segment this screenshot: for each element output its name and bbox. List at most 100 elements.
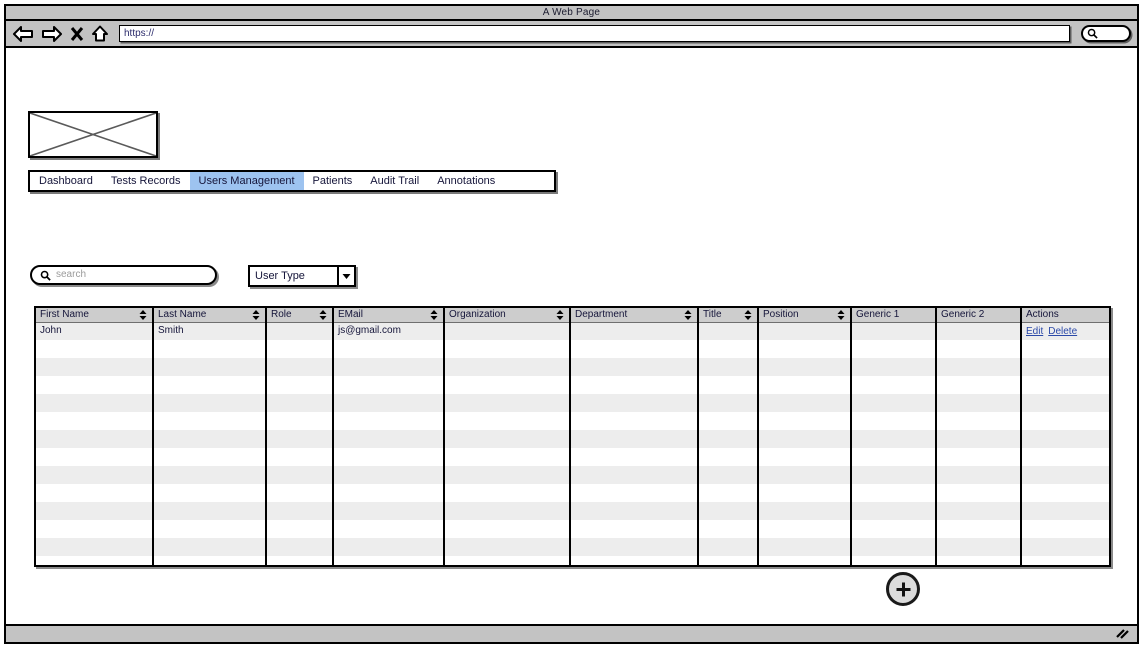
column-header-actions[interactable]: Actions <box>1021 308 1109 323</box>
cell-empty <box>936 394 1022 412</box>
cell-empty <box>758 520 852 538</box>
column-header-email[interactable]: EMail <box>333 308 445 323</box>
cell-empty <box>936 412 1022 430</box>
table-row-empty[interactable] <box>36 340 1109 358</box>
search-input[interactable]: search <box>30 265 217 285</box>
cell-empty <box>570 376 699 394</box>
back-arrow-icon[interactable] <box>12 25 34 42</box>
user-type-select[interactable]: User Type <box>248 265 356 287</box>
sort-updown-icon[interactable] <box>556 309 564 320</box>
cell-empty <box>36 394 154 412</box>
sort-updown-icon[interactable] <box>139 309 147 320</box>
cell-empty <box>266 484 334 502</box>
table-row-empty[interactable] <box>36 556 1109 565</box>
logo-image-placeholder <box>28 111 158 158</box>
table-row-empty[interactable] <box>36 430 1109 448</box>
cell-empty <box>333 376 445 394</box>
column-header-title[interactable]: Title <box>698 308 759 323</box>
cell-empty <box>936 376 1022 394</box>
column-label: Actions <box>1026 308 1059 320</box>
magnifier-icon <box>40 270 51 281</box>
plus-icon <box>896 582 910 596</box>
column-header-generic-2[interactable]: Generic 2 <box>936 308 1022 323</box>
cell-empty <box>444 394 571 412</box>
sort-updown-icon[interactable] <box>684 309 692 320</box>
column-header-last-name[interactable]: Last Name <box>153 308 267 323</box>
cell-empty <box>153 538 267 556</box>
table-row-empty[interactable] <box>36 358 1109 376</box>
cell-empty <box>570 502 699 520</box>
cell-empty <box>444 502 571 520</box>
column-header-organization[interactable]: Organization <box>444 308 571 323</box>
close-x-icon[interactable] <box>70 26 84 42</box>
add-user-button[interactable] <box>886 572 920 606</box>
cell-empty <box>153 430 267 448</box>
cell-empty <box>758 394 852 412</box>
tab-patients[interactable]: Patients <box>304 172 362 190</box>
sort-updown-icon[interactable] <box>837 309 845 320</box>
cell-generic-2 <box>936 322 1022 340</box>
table-row-empty[interactable] <box>36 412 1109 430</box>
tab-tests-records[interactable]: Tests Records <box>102 172 190 190</box>
tab-audit-trail[interactable]: Audit Trail <box>361 172 428 190</box>
cell-empty <box>266 556 334 565</box>
cell-empty <box>333 538 445 556</box>
cell-empty <box>36 358 154 376</box>
table-row-empty[interactable] <box>36 466 1109 484</box>
sort-updown-icon[interactable] <box>430 309 438 320</box>
cell-empty <box>1021 430 1109 448</box>
cell-empty <box>1021 358 1109 376</box>
table-row-empty[interactable] <box>36 502 1109 520</box>
table-row-empty[interactable] <box>36 448 1109 466</box>
cell-empty <box>851 556 937 565</box>
sort-updown-icon[interactable] <box>252 309 260 320</box>
cell-empty <box>758 340 852 358</box>
cell-empty <box>698 538 759 556</box>
forward-arrow-icon[interactable] <box>41 25 63 42</box>
cell-empty <box>266 538 334 556</box>
cell-empty <box>36 556 154 565</box>
cell-empty <box>266 412 334 430</box>
browser-search-box[interactable] <box>1081 25 1131 42</box>
table-row-empty[interactable] <box>36 538 1109 556</box>
cell-empty <box>570 556 699 565</box>
chevron-down-icon[interactable] <box>337 267 354 285</box>
cell-email: js@gmail.com <box>333 322 445 340</box>
tab-label: Audit Trail <box>370 174 420 187</box>
cell-empty <box>698 484 759 502</box>
column-header-department[interactable]: Department <box>570 308 699 323</box>
cell-empty <box>36 502 154 520</box>
cell-empty <box>153 502 267 520</box>
cell-empty <box>936 484 1022 502</box>
sort-updown-icon[interactable] <box>319 309 327 320</box>
column-header-role[interactable]: Role <box>266 308 334 323</box>
home-icon[interactable] <box>91 25 109 42</box>
column-header-first-name[interactable]: First Name <box>36 308 154 323</box>
table-row-empty[interactable] <box>36 376 1109 394</box>
cell-empty <box>153 520 267 538</box>
column-header-generic-1[interactable]: Generic 1 <box>851 308 937 323</box>
table-row[interactable]: John Smith js@gmail.com Edit Delete <box>36 322 1109 340</box>
cell-empty <box>698 358 759 376</box>
cell-empty <box>36 448 154 466</box>
url-input[interactable]: https:// <box>119 25 1070 42</box>
cell-empty <box>851 358 937 376</box>
delete-link[interactable]: Delete <box>1048 327 1077 337</box>
cell-empty <box>444 520 571 538</box>
cell-empty <box>758 448 852 466</box>
resize-grip-icon[interactable] <box>1116 628 1132 640</box>
table-row-empty[interactable] <box>36 520 1109 538</box>
table-row-empty[interactable] <box>36 484 1109 502</box>
column-label: First Name <box>40 308 89 320</box>
edit-link[interactable]: Edit <box>1026 327 1043 337</box>
cell-empty <box>1021 412 1109 430</box>
cell-empty <box>698 502 759 520</box>
cell-empty <box>851 394 937 412</box>
tab-users-management[interactable]: Users Management <box>189 172 304 190</box>
table-row-empty[interactable] <box>36 394 1109 412</box>
tab-dashboard[interactable]: Dashboard <box>30 172 102 190</box>
column-header-position[interactable]: Position <box>758 308 852 323</box>
cell-empty <box>1021 556 1109 565</box>
sort-updown-icon[interactable] <box>744 309 752 320</box>
tab-annotations[interactable]: Annotations <box>428 172 504 190</box>
